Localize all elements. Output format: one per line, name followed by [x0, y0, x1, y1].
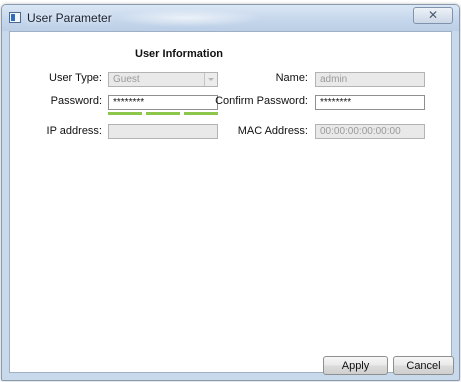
- dialog-content: User Information User Type: Guest Name: …: [9, 31, 454, 375]
- confirm-password-value: ********: [320, 97, 352, 108]
- password-value: ********: [113, 97, 145, 108]
- window-app-icon: [9, 12, 21, 23]
- section-title: User Information: [135, 48, 224, 60]
- close-button[interactable]: ✕: [413, 7, 453, 24]
- password-field[interactable]: ********: [108, 95, 218, 110]
- strength-segment: [146, 112, 180, 115]
- chevron-down-icon[interactable]: [204, 73, 217, 86]
- close-icon: ✕: [427, 8, 439, 22]
- title-bar[interactable]: User Parameter ✕: [2, 5, 459, 31]
- user-type-select[interactable]: Guest: [108, 72, 218, 87]
- user-type-label: User Type:: [49, 72, 102, 84]
- name-value: admin: [320, 74, 348, 85]
- password-label: Password:: [50, 95, 102, 107]
- ip-address-label: IP address:: [46, 125, 102, 137]
- strength-segment: [108, 112, 142, 115]
- cancel-button[interactable]: Cancel: [393, 356, 454, 375]
- dialog-window: User Parameter ✕ User Information User T…: [1, 4, 460, 381]
- user-type-value: Guest: [113, 74, 140, 85]
- confirm-password-field[interactable]: ********: [315, 95, 425, 110]
- title-glow-decoration: [112, 9, 262, 27]
- ip-address-field[interactable]: [108, 124, 218, 139]
- name-label: Name:: [275, 72, 308, 84]
- confirm-password-label: Confirm Password:: [215, 95, 308, 107]
- mac-address-field[interactable]: 00:00:00:00:00:00: [315, 124, 425, 139]
- strength-segment: [184, 112, 218, 115]
- mac-address-value: 00:00:00:00:00:00: [320, 126, 401, 137]
- password-strength-meter: [108, 112, 218, 115]
- window-title: User Parameter: [27, 11, 112, 25]
- mac-address-label: MAC Address:: [237, 125, 308, 137]
- name-field[interactable]: admin: [315, 72, 425, 87]
- apply-button[interactable]: Apply: [323, 356, 388, 375]
